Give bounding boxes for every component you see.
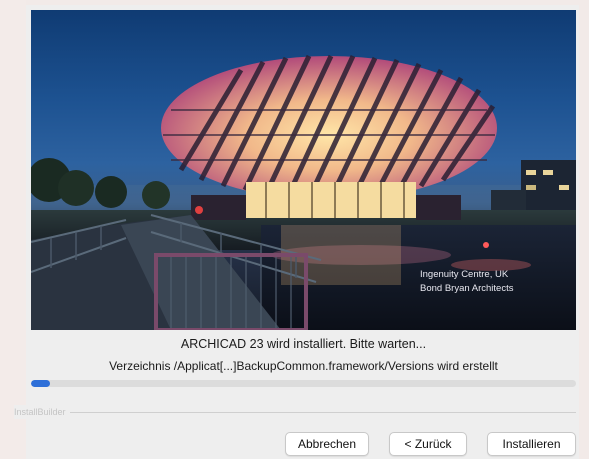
install-status-message: ARCHICAD 23 wird installiert. Bitte wart… — [180, 337, 427, 351]
back-button[interactable]: < Zurück — [389, 432, 467, 456]
separator-line — [14, 412, 576, 413]
cancel-button[interactable]: Abbrechen — [285, 432, 369, 456]
window-frame-right — [579, 0, 589, 459]
photo-credit-architect: Bond Bryan Architects — [420, 283, 514, 294]
window-frame-left — [0, 0, 26, 459]
hero-image: Ingenuity Centre, UK Bond Bryan Architec… — [31, 10, 576, 330]
install-status-detail: Verzeichnis /Applicat[...]BackupCommon.f… — [109, 359, 498, 373]
installbuilder-brand: InstallBuilder — [14, 405, 70, 419]
install-progress-fill — [31, 380, 51, 387]
install-button[interactable]: Installieren — [487, 432, 576, 456]
installer-window: Ingenuity Centre, UK Bond Bryan Architec… — [0, 0, 589, 459]
photo-credit: Ingenuity Centre, UK Bond Bryan Architec… — [420, 268, 570, 296]
photo-credit-location: Ingenuity Centre, UK — [420, 269, 509, 280]
footer-separator: InstallBuilder — [14, 405, 576, 419]
install-progress-bar — [31, 380, 576, 387]
window-frame-top — [0, 0, 589, 5]
